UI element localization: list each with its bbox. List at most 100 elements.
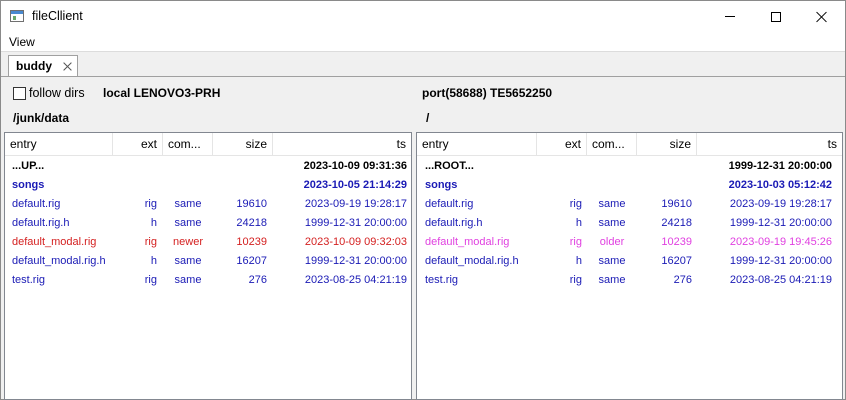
cell-ext: h <box>150 217 157 229</box>
col-ext-header[interactable]: ext <box>537 133 587 156</box>
table-row[interactable]: default_modal.rig rig newer 10239 2023-10-09… <box>5 233 411 252</box>
table-row[interactable]: songs 2023-10-03 05:12:42 <box>417 176 842 195</box>
follow-dirs-checkbox[interactable] <box>13 86 26 100</box>
col-ext-header[interactable]: ext <box>113 133 163 156</box>
app-window: fileCllient View buddy follow dirs local… <box>0 0 846 400</box>
cell-entry: default_modal.rig <box>425 236 510 248</box>
remote-host-label: port(58688) TE5652250 <box>422 86 553 100</box>
table-row[interactable]: ...ROOT... 1999-12-31 20:00:00 <box>417 157 842 176</box>
cell-size <box>637 157 692 176</box>
remote-path: / <box>426 111 430 125</box>
tab-close-icon[interactable] <box>63 62 72 71</box>
table-row[interactable]: ...UP... 2023-10-09 09:31:36 <box>5 157 411 176</box>
cell-compare: same <box>174 217 202 229</box>
cell-compare: same <box>174 274 202 286</box>
col-compare-header[interactable]: com... <box>163 133 213 156</box>
col-size-header[interactable]: size <box>637 133 697 156</box>
tab-buddy[interactable]: buddy <box>8 55 78 77</box>
cell-entry: default.rig.h <box>12 217 70 229</box>
col-entry-header[interactable]: entry <box>5 133 113 156</box>
cell-ts: 1999-12-31 20:00:00 <box>728 160 832 172</box>
title-bar[interactable]: fileCllient <box>1 1 845 32</box>
cell-ts: 2023-08-25 04:21:19 <box>729 274 832 286</box>
cell-ext <box>537 176 582 195</box>
table-row[interactable]: default.rig rig same 19610 2023-09-19 19:28:… <box>5 195 411 214</box>
cell-size <box>213 176 267 195</box>
follow-dirs-toggle[interactable]: follow dirs <box>13 86 85 100</box>
cell-entry: default.rig <box>12 198 61 210</box>
cell-ts: 1999-12-31 20:00:00 <box>729 217 832 229</box>
cell-entry: default_modal.rig.h <box>425 255 519 267</box>
menu-view[interactable]: View <box>9 35 35 49</box>
follow-dirs-label: follow dirs <box>29 86 85 100</box>
table-row[interactable]: default_modal.rig rig older 10239 2023-09-19… <box>417 233 842 252</box>
cell-ext: h <box>575 255 582 267</box>
close-button[interactable] <box>799 1 845 32</box>
cell-ts: 1999-12-31 20:00:00 <box>729 255 832 267</box>
remote-list-header: entry ext com... size ts <box>417 133 842 156</box>
cell-ext: rig <box>144 198 157 210</box>
cell-ts: 2023-08-25 04:21:19 <box>304 274 407 286</box>
cell-compare: newer <box>173 236 203 248</box>
cell-size: 19610 <box>661 198 692 210</box>
minimize-button[interactable] <box>707 1 753 32</box>
cell-ts: 1999-12-31 20:00:00 <box>304 255 407 267</box>
table-row[interactable]: default_modal.rig.h h same 16207 1999-12-31 … <box>417 252 842 271</box>
cell-size: 24218 <box>236 217 267 229</box>
table-row[interactable]: default.rig.h h same 24218 1999-12-31 20:00:… <box>417 214 842 233</box>
cell-size <box>213 157 267 176</box>
maximize-icon <box>771 11 781 22</box>
cell-compare: same <box>598 198 626 210</box>
cell-entry: songs <box>12 179 45 191</box>
cell-compare <box>163 176 213 195</box>
col-entry-header[interactable]: entry <box>417 133 537 156</box>
col-compare-header[interactable]: com... <box>587 133 637 156</box>
table-row[interactable]: songs 2023-10-05 21:14:29 <box>5 176 411 195</box>
cell-size <box>637 176 692 195</box>
local-host-label: local LENOVO3-PRH <box>103 86 221 100</box>
table-row[interactable]: default_modal.rig.h h same 16207 1999-12-31 … <box>5 252 411 271</box>
maximize-button[interactable] <box>753 1 799 32</box>
local-list-header: entry ext com... size ts <box>5 133 411 156</box>
cell-ext <box>113 157 157 176</box>
cell-entry: ...ROOT... <box>425 160 474 172</box>
window-title: fileCllient <box>32 9 83 23</box>
cell-compare <box>587 176 637 195</box>
cell-compare: same <box>598 217 626 229</box>
cell-ts: 2023-09-19 19:28:17 <box>729 198 832 210</box>
cell-ext: h <box>575 217 582 229</box>
cell-ext: rig <box>144 236 157 248</box>
cell-size: 19610 <box>236 198 267 210</box>
cell-ts: 2023-10-03 05:12:42 <box>728 179 832 191</box>
cell-compare <box>163 157 213 176</box>
cell-size: 16207 <box>661 255 692 267</box>
minimize-icon <box>725 16 735 17</box>
col-ts-header[interactable]: ts <box>273 133 411 156</box>
cell-entry: test.rig <box>12 274 46 286</box>
cell-size: 276 <box>248 274 267 286</box>
cell-ext <box>113 176 157 195</box>
col-ts-header[interactable]: ts <box>697 133 842 156</box>
table-row[interactable]: default.rig.h h same 24218 1999-12-31 20:00:… <box>5 214 411 233</box>
col-size-header[interactable]: size <box>213 133 273 156</box>
tab-divider <box>1 76 845 77</box>
table-row[interactable]: test.rig rig same 276 2023-08-25 04:21:19 <box>417 271 842 290</box>
cell-entry: ...UP... <box>12 160 45 172</box>
cell-ts: 2023-09-19 19:45:26 <box>729 236 832 248</box>
cell-entry: songs <box>425 179 458 191</box>
close-icon <box>816 11 828 23</box>
cell-size: 16207 <box>236 255 267 267</box>
cell-entry: default_modal.rig <box>12 236 97 248</box>
cell-compare: older <box>599 236 625 248</box>
table-row[interactable]: test.rig rig same 276 2023-08-25 04:21:19 <box>5 271 411 290</box>
cell-ext: rig <box>144 274 157 286</box>
cell-compare: same <box>174 198 202 210</box>
cell-ext: rig <box>569 236 582 248</box>
remote-file-list[interactable]: entry ext com... size ts ...ROOT... 1999-… <box>416 132 843 400</box>
cell-ts: 2023-09-19 19:28:17 <box>304 198 407 210</box>
table-row[interactable]: default.rig rig same 19610 2023-09-19 19:28:… <box>417 195 842 214</box>
local-file-list[interactable]: entry ext com... size ts ...UP... 2023-10… <box>4 132 412 400</box>
cell-entry: default.rig <box>425 198 474 210</box>
cell-ts: 1999-12-31 20:00:00 <box>304 217 407 229</box>
cell-ts: 2023-10-09 09:31:36 <box>303 160 407 172</box>
